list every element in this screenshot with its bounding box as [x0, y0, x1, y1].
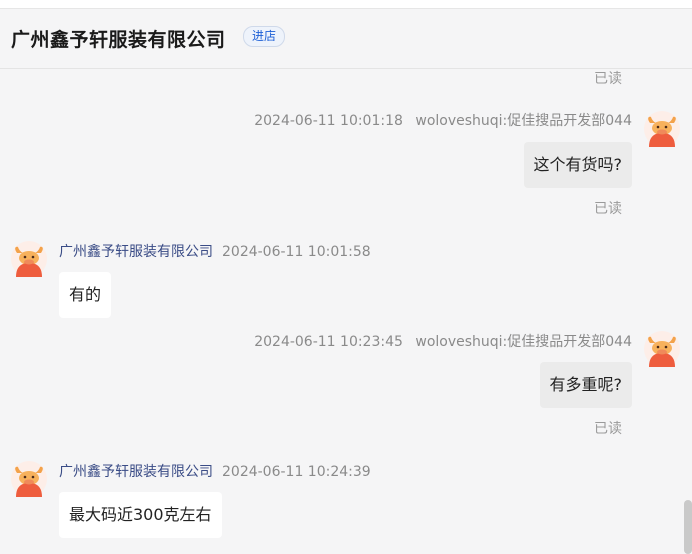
message-list[interactable]: 已读 2024-06-11 10:01:18 woloveshuqi:促佳搜品开…: [0, 70, 692, 554]
orange-bull-avatar-icon[interactable]: [644, 331, 680, 367]
orange-bull-avatar-icon[interactable]: [644, 111, 680, 147]
message-meta: 广州鑫予轩服装有限公司 2024-06-11 10:24:39: [59, 461, 371, 481]
read-status: 已读: [594, 201, 622, 217]
read-status: 已读: [594, 71, 622, 87]
message-bubble-sent[interactable]: 这个有货吗?: [523, 142, 632, 188]
message-time: 2024-06-11 10:01:58: [222, 244, 371, 260]
message-meta: 2024-06-11 10:23:45 woloveshuqi:促佳搜品开发部0…: [254, 331, 632, 351]
message-sender: 广州鑫予轩服装有限公司: [59, 244, 213, 260]
read-status: 已读: [594, 421, 622, 437]
message-meta: 广州鑫予轩服装有限公司 2024-06-11 10:01:58: [59, 241, 371, 261]
message-time: 2024-06-11 10:01:18: [254, 113, 403, 129]
message-sender: woloveshuqi:促佳搜品开发部044: [415, 113, 632, 129]
message-bubble-received[interactable]: 最大码近300克左右: [59, 492, 222, 538]
message-time: 2024-06-11 10:23:45: [254, 334, 403, 350]
message-bubble-received[interactable]: 有的: [59, 272, 112, 318]
message-time: 2024-06-11 10:24:39: [222, 464, 371, 480]
window-top-strip: [0, 0, 692, 9]
orange-bull-avatar-icon[interactable]: [11, 461, 47, 497]
scrollbar-thumb[interactable]: [684, 500, 692, 554]
message-sender: woloveshuqi:促佳搜品开发部044: [415, 334, 632, 350]
message-sender: 广州鑫予轩服装有限公司: [59, 464, 213, 480]
orange-bull-avatar-icon[interactable]: [11, 241, 47, 277]
enter-shop-button[interactable]: 进店: [243, 26, 286, 47]
shop-name-title: 广州鑫予轩服装有限公司: [11, 29, 226, 51]
chat-header: 广州鑫予轩服装有限公司 进店: [0, 9, 692, 69]
message-bubble-sent[interactable]: 有多重呢?: [539, 362, 632, 408]
message-meta: 2024-06-11 10:01:18 woloveshuqi:促佳搜品开发部0…: [254, 110, 632, 130]
